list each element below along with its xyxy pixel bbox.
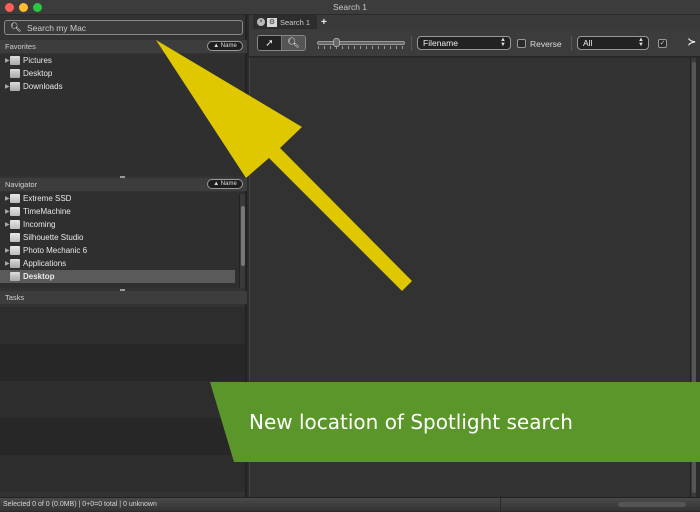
thumbnail-size-slider[interactable]	[317, 38, 406, 49]
disclosure-triangle-icon[interactable]: ▶	[0, 208, 10, 215]
filter-enable-checkbox[interactable]: ✓	[658, 39, 667, 48]
navigator-item[interactable]: ▶ Photo Mechanic 6	[0, 244, 245, 257]
magnifier-icon[interactable]: 🔍︎	[282, 36, 305, 50]
updown-chevron-icon: ▲ ▼	[638, 37, 644, 48]
drive-icon	[10, 233, 20, 242]
toolbar: ➚ 🔍︎ Filename ▲ ▼ Reverse All ▲ ▼ ✓ ≻	[249, 30, 700, 57]
navigator-header: Navigator ▲ Name	[0, 178, 247, 191]
task-row	[0, 344, 245, 381]
window-title: Search 1	[332, 2, 368, 12]
add-tab-button[interactable]: +	[321, 17, 327, 28]
navigator-item[interactable]: ▶ Extreme SSD	[0, 192, 245, 205]
tab-search-1[interactable]: × ⚙ Search 1	[253, 15, 317, 29]
navigator-item-label: Silhouette Studio	[23, 233, 84, 242]
favorites-list: ▶ Pictures Desktop ▶ Downloads	[0, 54, 245, 176]
search-input[interactable]	[27, 22, 227, 33]
folder-icon	[10, 56, 20, 65]
favorites-sort-button[interactable]: ▲ Name	[207, 41, 243, 51]
search-icon: 🔍︎	[10, 22, 22, 32]
navigator-scrollbar[interactable]	[239, 194, 245, 288]
status-text: Selected 0 of 0 (0.0MB) | 0+0=0 total | …	[3, 501, 157, 508]
navigator-item[interactable]: ▶ TimeMachine	[0, 205, 245, 218]
navigator-item-selected[interactable]: Desktop	[0, 270, 235, 283]
folder-icon	[10, 69, 20, 78]
annotation-text: New location of Spotlight search	[249, 410, 573, 434]
favorites-item-label: Pictures	[23, 56, 52, 65]
horizontal-scrollbar[interactable]	[618, 502, 686, 507]
navigator-item-label: Photo Mechanic 6	[23, 246, 88, 255]
favorites-item[interactable]: Desktop	[0, 67, 245, 80]
navigator-item-label: TimeMachine	[23, 207, 71, 216]
disclosure-triangle-icon[interactable]: ▶	[0, 260, 10, 267]
pointer-icon[interactable]: ➚	[258, 36, 282, 50]
navigator-item-label: Desktop	[23, 272, 55, 281]
annotation-banner: New location of Spotlight search	[210, 382, 700, 462]
disclosure-triangle-icon[interactable]: ▶	[0, 57, 10, 64]
navigator-item-label: Incoming	[23, 220, 56, 229]
tab-bar: × ⚙ Search 1 +	[249, 15, 700, 30]
status-separator	[500, 498, 501, 512]
task-row	[0, 381, 245, 418]
folder-icon	[10, 272, 20, 281]
navigator-item[interactable]: ▶ Applications	[0, 257, 245, 270]
updown-chevron-icon: ▲ ▼	[500, 37, 506, 48]
status-bar: Selected 0 of 0 (0.0MB) | 0+0=0 total | …	[0, 497, 700, 512]
gear-icon: ⚙	[267, 17, 277, 27]
favorites-title: Favorites	[5, 42, 36, 51]
navigator-item[interactable]: ▶ Incoming	[0, 218, 245, 231]
favorites-item[interactable]: ▶ Downloads	[0, 80, 245, 93]
disclosure-triangle-icon[interactable]: ▶	[0, 195, 10, 202]
drive-icon	[10, 220, 20, 229]
slider-ticks	[318, 46, 406, 49]
task-row	[0, 418, 245, 455]
navigator-item-label: Extreme SSD	[23, 194, 72, 203]
tool-mode-segmented-control: ➚ 🔍︎	[257, 35, 306, 51]
toolbar-separator	[411, 36, 412, 51]
folder-icon	[10, 82, 20, 91]
disclosure-triangle-icon[interactable]: ▶	[0, 247, 10, 254]
sort-field-select[interactable]: Filename ▲ ▼	[417, 36, 511, 50]
favorites-header: Favorites ▲ Name	[0, 40, 247, 53]
tasks-title: Tasks	[5, 293, 25, 302]
disclosure-triangle-icon[interactable]: ▶	[0, 221, 10, 228]
navigator-item-label: Applications	[23, 259, 67, 268]
applications-folder-icon	[10, 259, 20, 268]
navigator-item[interactable]: Silhouette Studio	[0, 231, 245, 244]
favorites-item[interactable]: ▶ Pictures	[0, 54, 245, 67]
favorites-item-label: Desktop	[23, 69, 53, 78]
task-row	[0, 307, 245, 344]
tab-label: Search 1	[280, 17, 311, 27]
left-pane: 🔍︎ Favorites ▲ Name ▶ Pictures Desktop ▶…	[0, 15, 247, 497]
task-row	[0, 455, 245, 492]
sort-field-value: Filename	[423, 38, 458, 48]
navigator-list: ▶ Extreme SSD ▶ TimeMachine ▶ Incoming S…	[0, 192, 245, 288]
tasks-header: Tasks	[0, 291, 247, 304]
app-disk-icon	[10, 246, 20, 255]
toolbar-separator	[571, 36, 572, 51]
filter-value: All	[583, 38, 593, 48]
favorites-item-label: Downloads	[23, 82, 63, 91]
close-tab-icon[interactable]: ×	[257, 18, 265, 26]
drive-icon	[10, 194, 20, 203]
disclosure-triangle-icon[interactable]: ▶	[0, 83, 10, 90]
spotlight-search-field[interactable]: 🔍︎	[4, 20, 243, 35]
title-bar: Search 1	[0, 0, 700, 15]
filter-select[interactable]: All ▲ ▼	[577, 36, 649, 50]
tasks-list	[0, 307, 245, 492]
navigator-scroll-thumb[interactable]	[241, 206, 245, 266]
reverse-checkbox[interactable]	[517, 39, 526, 48]
reverse-label: Reverse	[530, 39, 562, 49]
navigator-sort-button[interactable]: ▲ Name	[207, 179, 243, 189]
toolbar-overflow-button[interactable]: ≻	[688, 37, 696, 48]
timemachine-drive-icon	[10, 207, 20, 216]
navigator-title: Navigator	[5, 180, 38, 189]
